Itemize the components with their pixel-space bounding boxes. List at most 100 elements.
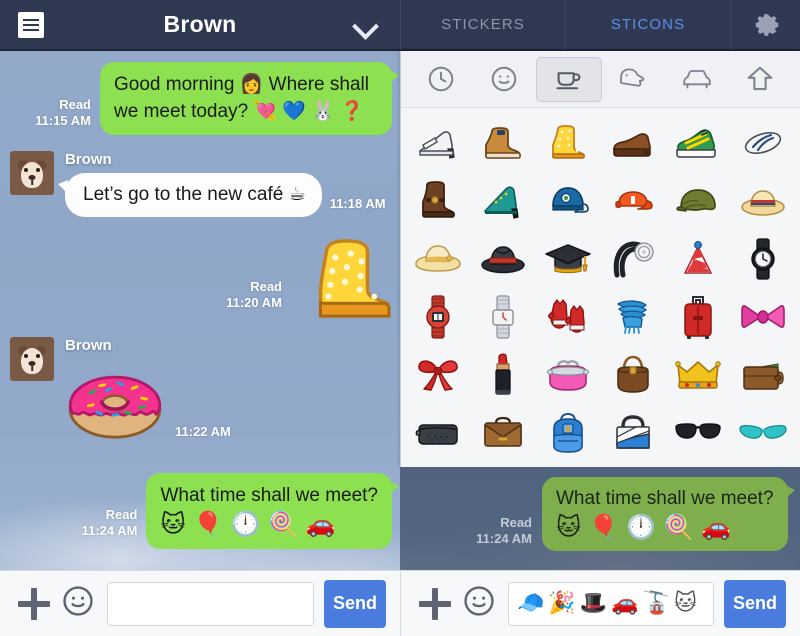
sticker-pink-bow[interactable] xyxy=(731,288,796,346)
category-teacup-icon[interactable] xyxy=(536,56,602,102)
sticker-black-clutch-bag[interactable] xyxy=(405,404,470,462)
avatar[interactable] xyxy=(10,337,54,381)
sticker-blue-baseball-cap[interactable] xyxy=(535,172,600,230)
blue-car-emoji: 🚗 xyxy=(611,591,639,616)
clock-emoji: 🕛 xyxy=(626,513,657,541)
message-text: What time shall we meet? xyxy=(556,488,774,509)
message-text: Let’s go to the new café xyxy=(83,184,284,205)
sticker-red-suitcase[interactable] xyxy=(666,288,731,346)
pink-donut-sticker[interactable] xyxy=(65,360,165,445)
sticker-straw-boater-hat[interactable] xyxy=(731,172,796,230)
chevron-down-icon[interactable] xyxy=(356,15,376,35)
category-recent-clock-icon[interactable] xyxy=(409,57,473,102)
yellow-polka-dot-rain-boot-sticker[interactable] xyxy=(294,236,392,325)
sticker-black-sunglasses[interactable] xyxy=(666,404,731,462)
sticker-red-ribbon-bow[interactable] xyxy=(405,346,470,404)
teacup-emoji: ☕ xyxy=(288,183,306,205)
striped-heart-emoji: 💙 xyxy=(282,100,307,122)
send-button[interactable]: Send xyxy=(324,579,386,628)
message-input-field[interactable] xyxy=(107,581,314,626)
sticker-tote-bag[interactable] xyxy=(600,404,665,462)
sticker-red-party-hat[interactable] xyxy=(666,230,731,288)
sender-name: Brown xyxy=(65,337,112,354)
red-question-mark-emoji: ❓ xyxy=(340,100,364,122)
sticker-brown-briefcase[interactable] xyxy=(470,404,535,462)
message-row-outgoing-3: Read 11:24 AM What time shall we meet? 🐱… xyxy=(0,473,399,549)
sticker-blue-backpack[interactable] xyxy=(535,404,600,462)
message-timestamp: 11:24 AM xyxy=(81,523,138,538)
sticker-green-sneaker[interactable] xyxy=(666,114,731,172)
sticker-tan-work-boot[interactable] xyxy=(470,114,535,172)
message-row-incoming-2: Brown 11:22 AM xyxy=(10,337,231,445)
smiley-face-icon[interactable] xyxy=(61,584,95,623)
sticker-orange-visor[interactable] xyxy=(600,172,665,230)
pink-balloon-emoji: 🎈 xyxy=(588,513,619,541)
sticker-teal-high-heel[interactable] xyxy=(470,172,535,230)
read-status: Read xyxy=(500,515,532,530)
message-text-line1-tail: Where shall xyxy=(268,74,369,95)
hamburger-menu-icon[interactable] xyxy=(18,12,44,38)
message-bubble[interactable]: Let’s go to the new café ☕ xyxy=(58,173,322,217)
message-bubble[interactable]: What time shall we meet? 🐱 🎈 🕛 🍭 🚗 xyxy=(146,473,399,549)
category-animal-dog-icon[interactable] xyxy=(602,57,666,102)
message-timestamp: 11:18 AM xyxy=(329,196,386,211)
plus-icon[interactable] xyxy=(419,587,453,621)
cat-face-emoji: 🐱 xyxy=(160,510,186,538)
read-status: Read xyxy=(59,97,91,112)
plus-icon[interactable] xyxy=(18,587,52,621)
sticker-black-fedora[interactable] xyxy=(470,230,535,288)
tab-stickers[interactable]: STICKERS xyxy=(400,0,565,50)
message-input-field[interactable]: 🧢 🎉 🎩 🚗 🚡 🐱 xyxy=(508,581,714,626)
dimmed-chat-preview: What time shall we meet? 🐱 🎈 🕛 🍭 🚗 Read … xyxy=(400,467,800,570)
lollipop-emoji: 🍭 xyxy=(268,510,299,538)
cable-car-emoji: 🚡 xyxy=(642,591,671,616)
message-row-incoming-1: Brown Let’s go to the new café ☕ 11:18 A… xyxy=(10,151,386,217)
read-status: Read xyxy=(105,507,138,522)
message-text-line1: Good morning xyxy=(114,74,235,95)
sticker-red-lipstick[interactable] xyxy=(470,346,535,404)
smiley-face-icon[interactable] xyxy=(462,584,496,623)
sticker-white-heeled-sandal[interactable] xyxy=(405,114,470,172)
category-smiley-face-icon[interactable] xyxy=(473,57,537,102)
sticker-silver-wristwatch[interactable] xyxy=(470,288,535,346)
lollipop-emoji: 🍭 xyxy=(663,513,694,541)
sticker-yellow-polka-dot-rain-boot[interactable] xyxy=(535,114,600,172)
pink-heart-emoji: 💘 xyxy=(253,100,278,122)
gear-icon[interactable] xyxy=(730,0,800,50)
category-up-arrow-icon[interactable] xyxy=(729,57,793,102)
sticker-brown-handbag[interactable] xyxy=(600,346,665,404)
message-text-line2: we meet today? xyxy=(114,101,249,122)
message-bubble-preview: What time shall we meet? 🐱 🎈 🕛 🍭 🚗 xyxy=(542,477,795,551)
sticker-panel xyxy=(400,51,800,467)
cony-rabbit-emoji: 🐰 xyxy=(311,100,335,122)
sticker-gold-crown[interactable] xyxy=(666,346,731,404)
yellow-rain-boot-emoji: 🧢 xyxy=(517,591,545,616)
avatar[interactable] xyxy=(10,151,54,195)
sticker-pink-coin-purse[interactable] xyxy=(535,346,600,404)
sticker-red-digital-watch[interactable] xyxy=(405,288,470,346)
message-input-bar-right: 🧢 🎉 🎩 🚗 🚡 🐱 Send xyxy=(400,570,800,636)
sticker-grid xyxy=(401,108,800,462)
category-car-icon[interactable] xyxy=(665,57,729,102)
sticker-teal-sunglasses[interactable] xyxy=(731,404,796,462)
sticker-red-gloves[interactable] xyxy=(535,288,600,346)
app-root: Brown STICKERS STICONS Read 11:15 AM Goo… xyxy=(0,0,800,636)
message-timestamp: 11:20 AM xyxy=(226,295,282,310)
blue-car-emoji: 🚗 xyxy=(701,513,732,541)
sticker-brown-riding-boot[interactable] xyxy=(405,172,470,230)
sticker-blue-scarf[interactable] xyxy=(600,288,665,346)
message-timestamp: 11:15 AM xyxy=(35,113,91,128)
sticker-black-wristwatch[interactable] xyxy=(731,230,796,288)
tab-sticons[interactable]: STICONS xyxy=(565,0,730,50)
message-bubble[interactable]: Good morning 👩 Where shall we meet today… xyxy=(100,62,399,135)
sticker-brown-wallet[interactable] xyxy=(731,346,796,404)
read-status: Read xyxy=(250,279,282,294)
sticker-graduation-cap[interactable] xyxy=(535,230,600,288)
sticker-olive-newsboy-cap[interactable] xyxy=(666,172,731,230)
send-button[interactable]: Send xyxy=(724,579,786,628)
sticker-flower-headband[interactable] xyxy=(600,230,665,288)
sticker-straw-sun-hat[interactable] xyxy=(405,230,470,288)
sticker-brown-dress-shoe[interactable] xyxy=(600,114,665,172)
sender-name: Brown xyxy=(65,151,112,168)
sticker-white-flip-flop[interactable] xyxy=(731,114,796,172)
